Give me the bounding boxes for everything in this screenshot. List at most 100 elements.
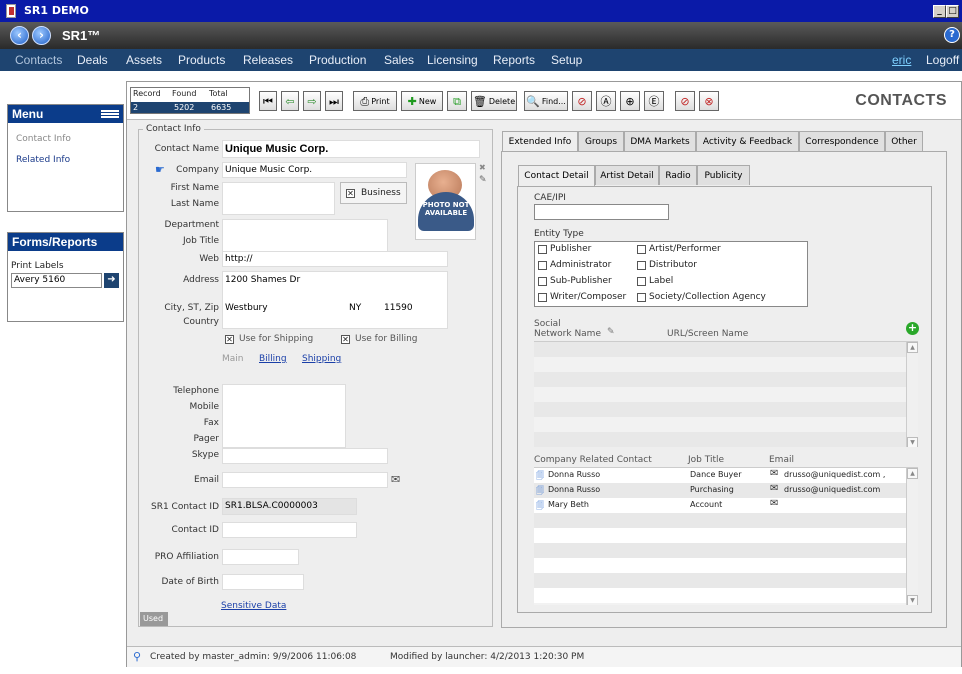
print-labels-select[interactable]: Avery 5160 — [11, 273, 102, 288]
email-envelope-icon[interactable]: ✉ — [770, 483, 778, 494]
menu-releases[interactable]: Releases — [243, 53, 293, 67]
sidebar-item-related-info[interactable]: Related Info — [16, 155, 70, 165]
subtab-contact-detail[interactable]: Contact Detail — [518, 165, 595, 186]
email-envelope-icon[interactable]: ✉ — [391, 473, 400, 486]
find-extend-icon[interactable]: Ⓔ — [644, 91, 664, 111]
tab-correspondence[interactable]: Correspondence — [799, 131, 885, 151]
entity-administrator-checkbox[interactable] — [538, 261, 547, 270]
logoff-link[interactable]: Logoff — [926, 53, 959, 67]
entity-society-checkbox[interactable] — [637, 293, 646, 302]
table-row[interactable]: 🗐 Mary Beth Account ✉ — [534, 498, 906, 513]
scroll-down-icon[interactable]: ▼ — [907, 437, 918, 447]
contact-id-field[interactable] — [222, 522, 357, 538]
address-tab-main[interactable]: Main — [222, 354, 244, 364]
table-row[interactable]: 🗐 Donna Russo Purchasing ✉ drusso@unique… — [534, 483, 906, 498]
cae-ipi-label: CAE/IPI — [534, 193, 566, 203]
tab-groups[interactable]: Groups — [578, 131, 624, 151]
tab-other[interactable]: Other — [885, 131, 923, 151]
web-field[interactable]: http:// — [222, 251, 448, 267]
menu-assets[interactable]: Assets — [126, 53, 162, 67]
minimize-icon[interactable]: _ — [933, 5, 946, 18]
related-list-scrollbar[interactable]: ▲ ▼ — [906, 468, 918, 605]
name-field[interactable] — [222, 182, 335, 215]
help-icon[interactable]: ? — [944, 27, 960, 43]
find-omit-icon[interactable]: ⊘ — [572, 91, 592, 111]
email-envelope-icon[interactable]: ✉ — [770, 498, 778, 509]
subtab-publicity[interactable]: Publicity — [697, 165, 750, 185]
omit-record-icon[interactable]: ⊘ — [675, 91, 695, 111]
menu-reports[interactable]: Reports — [493, 53, 535, 67]
skype-field[interactable] — [222, 448, 388, 464]
app-icon — [6, 4, 16, 18]
maximize-icon[interactable]: □ — [946, 5, 959, 18]
email-envelope-icon[interactable]: ✉ — [770, 468, 778, 479]
company-field[interactable]: Unique Music Corp. — [222, 162, 407, 178]
menu-products[interactable]: Products — [178, 53, 225, 67]
tab-dma-markets[interactable]: DMA Markets — [624, 131, 696, 151]
table-row[interactable]: 🗐 Donna Russo Dance Buyer ✉ drusso@uniqu… — [534, 468, 906, 483]
entity-writer-composer-checkbox[interactable] — [538, 293, 547, 302]
add-social-plus-icon[interactable]: + — [906, 322, 919, 335]
subtab-artist-detail[interactable]: Artist Detail — [595, 165, 659, 185]
hamburger-icon[interactable] — [101, 110, 119, 118]
menu-licensing[interactable]: Licensing — [427, 53, 478, 67]
scroll-down-icon[interactable]: ▼ — [907, 595, 918, 605]
menu-sales[interactable]: Sales — [384, 53, 414, 67]
entity-sub-publisher-checkbox[interactable] — [538, 277, 547, 286]
delete-button[interactable]: 🗑 Delete — [471, 91, 517, 111]
social-network-list[interactable]: ▲ ▼ — [534, 341, 918, 447]
email-field[interactable] — [222, 472, 388, 488]
subtab-radio[interactable]: Radio — [659, 165, 697, 185]
last-name-label: Last Name — [170, 199, 219, 209]
related-email-header: Email — [769, 455, 794, 465]
address-block[interactable]: 1200 Shames Dr Westbury NY 11590 — [222, 271, 448, 329]
entity-artist-performer-checkbox[interactable] — [637, 245, 646, 254]
forward-arrow-icon[interactable]: › — [32, 26, 51, 45]
contact-name-field[interactable]: Unique Music Corp. — [222, 140, 480, 158]
find-button[interactable]: 🔍 Find... — [524, 91, 568, 111]
next-record-icon[interactable]: ⇨ — [303, 91, 321, 111]
menu-setup[interactable]: Setup — [551, 53, 582, 67]
photo-clear-icon[interactable]: ✖ — [479, 163, 486, 172]
address-tab-billing[interactable]: Billing — [259, 354, 287, 364]
menu-panel: Menu Contact Info Related Info — [7, 104, 124, 212]
menu-deals[interactable]: Deals — [77, 53, 108, 67]
current-user-link[interactable]: eric — [892, 53, 911, 67]
back-arrow-icon[interactable]: ‹ — [10, 26, 29, 45]
last-record-icon[interactable]: ⏭ — [325, 91, 343, 111]
print-button[interactable]: ⎙ Print — [353, 91, 397, 111]
use-shipping-checkbox[interactable]: ✕ — [225, 335, 234, 344]
tab-extended-info[interactable]: Extended Info — [502, 131, 578, 152]
scroll-up-icon[interactable]: ▲ — [907, 342, 918, 353]
duplicate-icon[interactable]: ⧉ — [447, 91, 467, 111]
new-button[interactable]: ✚ New — [401, 91, 443, 111]
entity-label-checkbox[interactable] — [637, 277, 646, 286]
network-name-header: Network Name — [534, 329, 601, 339]
sidebar-item-contact-info[interactable]: Contact Info — [16, 134, 71, 144]
business-checkbox[interactable]: ✕ — [346, 189, 355, 198]
phone-numbers-field[interactable] — [222, 384, 346, 448]
sensitive-data-link[interactable]: Sensitive Data — [221, 601, 286, 611]
menu-production[interactable]: Production — [309, 53, 366, 67]
scroll-up-icon[interactable]: ▲ — [907, 468, 918, 479]
department-jobtitle-field[interactable] — [222, 219, 388, 252]
find-refine-icon[interactable]: ⊕ — [620, 91, 640, 111]
show-omitted-icon[interactable]: ⊗ — [699, 91, 719, 111]
pro-affiliation-field[interactable] — [222, 549, 299, 565]
find-all-icon[interactable]: Ⓐ — [596, 91, 616, 111]
use-billing-checkbox[interactable]: ✕ — [341, 335, 350, 344]
address-tab-shipping[interactable]: Shipping — [302, 354, 341, 364]
prev-record-icon[interactable]: ⇦ — [281, 91, 299, 111]
cae-ipi-field[interactable] — [534, 204, 669, 220]
entity-distributor-checkbox[interactable] — [637, 261, 646, 270]
tab-activity-feedback[interactable]: Activity & Feedback — [696, 131, 799, 151]
photo-frame[interactable]: PHOTO NOT AVAILABLE — [415, 163, 476, 240]
go-arrow-icon[interactable]: ➜ — [104, 273, 119, 288]
entity-publisher-checkbox[interactable] — [538, 245, 547, 254]
social-list-scrollbar[interactable]: ▲ ▼ — [906, 342, 918, 447]
first-record-icon[interactable]: ⏮ — [259, 91, 277, 111]
social-edit-pencil-icon[interactable]: ✎ — [607, 327, 615, 337]
photo-edit-pencil-icon[interactable]: ✎ — [479, 175, 487, 185]
menu-contacts[interactable]: Contacts — [15, 53, 62, 67]
date-of-birth-field[interactable] — [222, 574, 304, 590]
